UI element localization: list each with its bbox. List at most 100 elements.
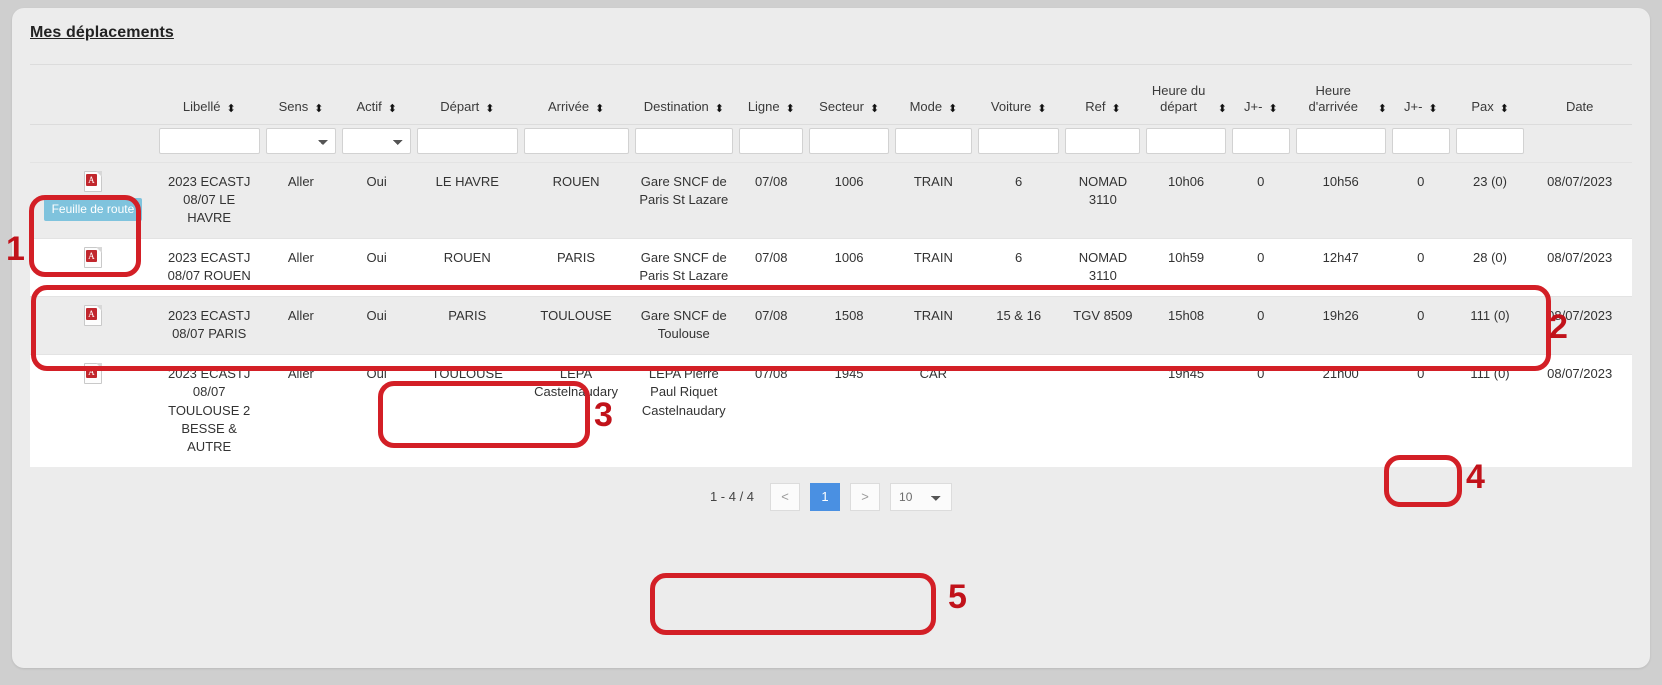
- filter-input-secteur[interactable]: [809, 127, 889, 154]
- row-doc-cell[interactable]: A: [30, 237, 156, 297]
- table-row[interactable]: A Feuille de route 2023 ECASTJ 08/07 LE …: [30, 161, 1632, 239]
- filter-input-mode[interactable]: [894, 127, 972, 154]
- col-header-pax[interactable]: Pax ⬍: [1452, 79, 1528, 124]
- filter-input-voiture[interactable]: [977, 127, 1060, 154]
- cell-actif: Oui: [339, 353, 414, 467]
- filter-input-arrivee[interactable]: [523, 127, 629, 154]
- filter-input-heure-depart[interactable]: [1146, 127, 1226, 154]
- col-label: Départ: [440, 99, 480, 115]
- filter-input-ref[interactable]: [1065, 127, 1141, 154]
- col-header-libelle[interactable]: Libellé ⬍: [155, 79, 263, 124]
- filter-input-destination[interactable]: [634, 127, 734, 154]
- cell-jplus-depart: 0: [1228, 295, 1293, 355]
- filter-cell-arrivee: [520, 124, 632, 162]
- cell-jplus-depart: 0: [1228, 353, 1293, 467]
- pdf-icon[interactable]: A: [83, 246, 102, 268]
- sort-icon[interactable]: ⬍: [485, 103, 494, 115]
- col-header-heure-depart[interactable]: Heure du départ ⬍: [1143, 79, 1229, 124]
- filter-select-sens[interactable]: [265, 127, 337, 154]
- table-row[interactable]: A 2023 ECASTJ 08/07 TOULOUSE 2 BESSE & A…: [30, 353, 1632, 467]
- col-header-destination[interactable]: Destination ⬍: [631, 79, 737, 124]
- title-divider: [30, 64, 1632, 65]
- col-header-voiture[interactable]: Voiture ⬍: [974, 79, 1063, 124]
- col-header-actif[interactable]: Actif ⬍: [339, 79, 414, 124]
- cell-arrivee[interactable]: TOULOUSE: [520, 295, 632, 355]
- col-label: Libellé: [182, 99, 221, 115]
- row-doc-cell[interactable]: A Feuille de route: [30, 161, 156, 239]
- col-header-jplus-depart[interactable]: J+- ⬍: [1228, 79, 1293, 124]
- filter-input-heure-arrivee[interactable]: [1295, 127, 1386, 154]
- col-header-depart[interactable]: Départ ⬍: [413, 79, 521, 124]
- cell-arrivee[interactable]: LEPA Castelnaudary: [520, 353, 632, 467]
- cell-depart[interactable]: TOULOUSE: [413, 353, 521, 467]
- filter-input-pax[interactable]: [1455, 127, 1525, 154]
- pagination-page-1-button[interactable]: 1: [810, 482, 841, 511]
- cell-pax[interactable]: 111 (0): [1452, 353, 1528, 467]
- filter-input-jplus-arrivee[interactable]: [1391, 127, 1450, 154]
- col-header-jplus-arrivee[interactable]: J+- ⬍: [1388, 79, 1453, 124]
- cell-pax[interactable]: 111 (0): [1452, 295, 1528, 355]
- cell-pax[interactable]: 28 (0): [1452, 237, 1528, 297]
- pdf-icon[interactable]: A: [83, 170, 102, 192]
- col-header-secteur[interactable]: Secteur ⬍: [806, 79, 892, 124]
- cell-mode: CAR: [891, 353, 975, 467]
- travels-panel: Mes déplacements Libellé ⬍ Sens ⬍ Actif …: [12, 8, 1650, 668]
- sort-icon[interactable]: ⬍: [1037, 103, 1046, 115]
- filter-input-depart[interactable]: [416, 127, 518, 154]
- sort-icon[interactable]: ⬍: [1218, 103, 1227, 115]
- sort-icon[interactable]: ⬍: [388, 103, 397, 115]
- cell-depart[interactable]: PARIS: [413, 295, 521, 355]
- cell-libelle: 2023 ECASTJ 08/07 PARIS: [155, 295, 263, 355]
- sort-icon[interactable]: ⬍: [948, 103, 957, 115]
- sort-icon[interactable]: ⬍: [786, 103, 795, 115]
- col-header-heure-arrivee[interactable]: Heure d'arrivée ⬍: [1292, 79, 1389, 124]
- filter-cell-actif: [339, 124, 414, 162]
- table-row[interactable]: A 2023 ECASTJ 08/07 PARIS Aller Oui PARI…: [30, 295, 1632, 355]
- filter-input-ligne[interactable]: [739, 127, 804, 154]
- col-header-sens[interactable]: Sens ⬍: [262, 79, 340, 124]
- row-doc-cell[interactable]: A: [30, 295, 156, 355]
- screenshot-root: Mes déplacements Libellé ⬍ Sens ⬍ Actif …: [0, 0, 1662, 685]
- col-header-ligne[interactable]: Ligne ⬍: [736, 79, 807, 124]
- table-header-row: Libellé ⬍ Sens ⬍ Actif ⬍ Départ ⬍ Arrivée ⬍ D…: [30, 79, 1632, 124]
- sort-icon[interactable]: ⬍: [1378, 103, 1387, 115]
- cell-voiture: [974, 353, 1063, 467]
- table-row[interactable]: A 2023 ECASTJ 08/07 ROUEN Aller Oui ROUE…: [30, 237, 1632, 297]
- cell-arrivee[interactable]: PARIS: [520, 237, 632, 297]
- pagination-next-button[interactable]: >: [850, 482, 881, 511]
- filter-cell-doc: [30, 124, 156, 162]
- pdf-icon[interactable]: A: [83, 304, 102, 326]
- sort-icon[interactable]: ⬍: [226, 103, 235, 115]
- sort-icon[interactable]: ⬍: [1268, 103, 1277, 115]
- cell-jplus-arrivee: 0: [1388, 353, 1453, 467]
- col-header-ref[interactable]: Ref ⬍: [1062, 79, 1144, 124]
- cell-ref: NOMAD 3110: [1062, 237, 1144, 297]
- cell-heure-depart: 10h59: [1143, 237, 1229, 297]
- cell-jplus-depart: 0: [1228, 161, 1293, 239]
- filter-input-jplus-depart[interactable]: [1231, 127, 1290, 154]
- cell-pax[interactable]: 23 (0): [1452, 161, 1528, 239]
- cell-depart[interactable]: ROUEN: [413, 237, 521, 297]
- sort-icon[interactable]: ⬍: [715, 103, 724, 115]
- col-label: Mode: [909, 99, 943, 115]
- filter-input-libelle[interactable]: [158, 127, 260, 154]
- sort-icon[interactable]: ⬍: [1112, 103, 1121, 115]
- page-size-select[interactable]: 10: [890, 482, 953, 511]
- cell-jplus-arrivee: 0: [1388, 237, 1453, 297]
- pagination-prev-button[interactable]: <: [770, 482, 801, 511]
- cell-depart[interactable]: LE HAVRE: [413, 161, 521, 239]
- cell-mode: TRAIN: [891, 295, 975, 355]
- row-doc-cell[interactable]: A: [30, 353, 156, 467]
- col-label: Pax: [1471, 99, 1494, 115]
- cell-arrivee[interactable]: ROUEN: [520, 161, 632, 239]
- sort-icon[interactable]: ⬍: [1500, 103, 1509, 115]
- pdf-icon[interactable]: A: [83, 362, 102, 384]
- sort-icon[interactable]: ⬍: [1428, 103, 1437, 115]
- col-header-mode[interactable]: Mode ⬍: [891, 79, 975, 124]
- cell-actif: Oui: [339, 295, 414, 355]
- sort-icon[interactable]: ⬍: [314, 103, 323, 115]
- sort-icon[interactable]: ⬍: [870, 103, 879, 115]
- filter-select-actif[interactable]: [342, 127, 411, 154]
- col-header-arrivee[interactable]: Arrivée ⬍: [520, 79, 632, 124]
- sort-icon[interactable]: ⬍: [595, 103, 604, 115]
